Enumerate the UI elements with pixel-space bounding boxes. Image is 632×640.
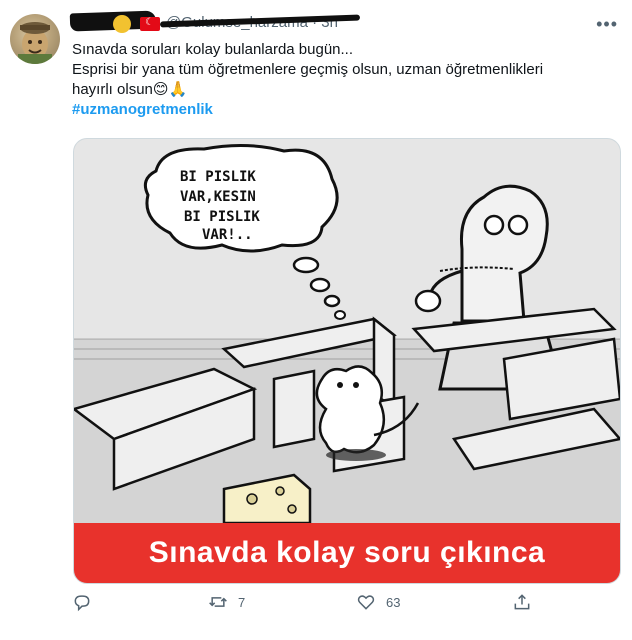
share-icon: [514, 594, 530, 610]
hashtag-link[interactable]: #uzmanogretmenlik: [72, 100, 612, 120]
tweet-text: Sınavda soruları kolay bulanlarda bugün.…: [72, 40, 612, 120]
bubble-line-2: VAR,KESIN: [180, 189, 256, 205]
reply-button[interactable]: [72, 592, 102, 612]
share-button[interactable]: [512, 592, 542, 612]
more-icon[interactable]: •••: [596, 14, 618, 35]
retweet-icon: [209, 597, 227, 607]
tweet-line-1: Sınavda soruları kolay bulanlarda bugün.…: [72, 41, 354, 58]
tweet-line-3: hayırlı olsun😊🙏: [72, 81, 188, 98]
caption-bar: Sınavda kolay soru çıkınca: [74, 523, 620, 583]
flag-icon: [140, 17, 160, 31]
smile-emoji-icon: [113, 15, 131, 33]
tweet-line-2: Esprisi bir yana tüm öğretmenlere geçmiş…: [72, 61, 544, 78]
tweet-actions: 7 63: [72, 592, 552, 620]
cartoon-illustration: BI PISLIK VAR,KESIN BI PISLIK VAR!..: [74, 139, 620, 523]
retweet-count: 7: [238, 594, 246, 610]
avatar[interactable]: [10, 14, 60, 64]
caption-text: Sınavda kolay soru çıkınca: [148, 536, 546, 569]
retweet-button[interactable]: 7: [208, 592, 245, 612]
like-icon: [357, 595, 375, 610]
bubble-line-4: VAR!..: [202, 227, 253, 243]
like-button[interactable]: 63: [356, 592, 400, 612]
tweet-image[interactable]: BI PISLIK VAR,KESIN BI PISLIK VAR!.. Sın…: [73, 138, 621, 584]
bubble-line-3: BI PISLIK: [184, 209, 260, 225]
reply-icon: [74, 595, 90, 612]
like-count: 63: [386, 594, 401, 610]
bubble-line-1: BI PISLIK: [180, 169, 256, 185]
